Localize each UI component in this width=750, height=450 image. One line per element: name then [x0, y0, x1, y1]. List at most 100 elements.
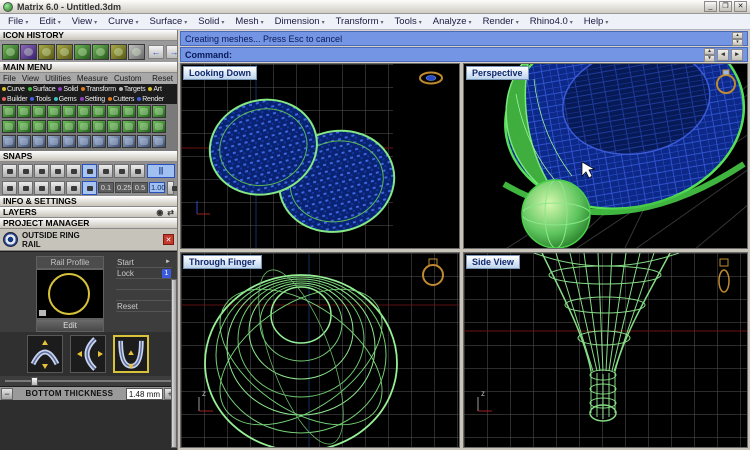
tab-gems[interactable]: Gems — [53, 96, 77, 103]
viewport-looking-down[interactable]: Looking Down — [180, 63, 460, 249]
snap-toggle-icon[interactable] — [18, 180, 33, 195]
spin-up-icon[interactable]: ▴ — [704, 47, 715, 55]
bottom-thickness-value[interactable]: 1.48 mm — [125, 387, 163, 400]
builder-tool-icon[interactable] — [2, 105, 16, 118]
transform-tool-icon[interactable] — [2, 135, 16, 148]
spin-down-icon[interactable]: ▾ — [732, 38, 743, 46]
eye-icon[interactable]: ◉ — [156, 208, 163, 217]
transform-tool-icon[interactable] — [137, 135, 151, 148]
rail-profile-preview[interactable] — [36, 269, 104, 319]
menu-tools[interactable]: Tools ▾ — [395, 16, 422, 27]
grid-snap-value[interactable]: 0.25 — [115, 182, 132, 193]
mm-custom[interactable]: Custom — [114, 74, 142, 83]
builder-tool-icon[interactable] — [137, 105, 151, 118]
cycle-icon[interactable]: ⇄ — [167, 208, 174, 217]
history-tool-icon[interactable] — [38, 43, 55, 60]
project-item-outside-ring[interactable]: OUTSIDE RING RAIL ✕ — [0, 229, 177, 251]
builder-tool-icon[interactable] — [122, 120, 136, 133]
builder-tool-icon[interactable] — [152, 120, 166, 133]
decrease-button[interactable]: − — [1, 387, 13, 400]
builder-tool-icon[interactable] — [17, 105, 31, 118]
menu-help[interactable]: Help ▾ — [584, 16, 609, 27]
spin-down-icon[interactable]: ▾ — [704, 54, 715, 62]
builder-tool-icon[interactable] — [122, 105, 136, 118]
menu-mesh[interactable]: Mesh ▾ — [235, 16, 263, 27]
close-button[interactable]: ✕ — [734, 1, 747, 12]
transform-tool-icon[interactable] — [47, 135, 61, 148]
tab-builder[interactable]: Builder — [2, 96, 28, 103]
menu-surface[interactable]: Surface ▾ — [150, 16, 188, 27]
command-prompt-row[interactable]: Command: ▴ ▾ ◂ ▸ — [180, 47, 748, 62]
history-tool-icon[interactable] — [2, 43, 19, 60]
builder-tool-icon[interactable] — [92, 105, 106, 118]
delete-item-button[interactable]: ✕ — [163, 234, 174, 245]
menu-solid[interactable]: Solid ▾ — [198, 16, 224, 27]
spin-up-icon[interactable]: ▴ — [732, 31, 743, 39]
builder-tool-icon[interactable] — [32, 105, 46, 118]
snap-toggle-icon[interactable] — [66, 180, 81, 195]
builder-tool-icon[interactable] — [62, 120, 76, 133]
mm-view[interactable]: View — [22, 74, 39, 83]
snap-toggle-icon[interactable] — [50, 180, 65, 195]
reset-row[interactable]: Reset — [116, 301, 172, 312]
minimize-button[interactable]: _ — [704, 1, 717, 12]
snap-toggle-icon[interactable] — [66, 163, 81, 178]
history-tool-icon[interactable] — [20, 43, 37, 60]
snaps-header[interactable]: SNAPS — [0, 151, 177, 162]
builder-tool-icon[interactable] — [47, 105, 61, 118]
history-forward-button[interactable]: → — [166, 44, 177, 59]
tab-render[interactable]: Render — [137, 96, 164, 103]
viewport-through-finger[interactable]: z Through Finger — [180, 252, 460, 448]
builder-tool-icon[interactable] — [77, 120, 91, 133]
viewport-side-view[interactable]: z Side View — [463, 252, 748, 448]
transform-tool-icon[interactable] — [32, 135, 46, 148]
edit-profile-button[interactable]: Edit — [36, 319, 104, 332]
tab-curve[interactable]: Curve — [2, 86, 25, 93]
menu-render[interactable]: Render ▾ — [483, 16, 519, 27]
snap-toggle-icon[interactable] — [50, 163, 65, 178]
profile-option-side[interactable] — [70, 335, 106, 373]
tab-setting[interactable]: Setting — [79, 96, 105, 103]
transform-tool-icon[interactable] — [92, 135, 106, 148]
history-tool-icon[interactable] — [128, 43, 145, 60]
builder-tool-icon[interactable] — [17, 120, 31, 133]
snap-grid-icon[interactable] — [167, 180, 177, 195]
transform-tool-icon[interactable] — [62, 135, 76, 148]
sidebar-scrollbar[interactable] — [171, 279, 177, 448]
info-settings-header[interactable]: INFO & SETTINGS — [0, 196, 177, 207]
menu-view[interactable]: View ▾ — [72, 16, 97, 27]
layers-header[interactable]: LAYERS ◉ ⇄ — [0, 207, 177, 218]
snap-toggle-icon[interactable] — [18, 163, 33, 178]
mm-measure[interactable]: Measure — [77, 74, 108, 83]
viewport-label[interactable]: Side View — [466, 255, 520, 269]
viewport-label[interactable]: Looking Down — [183, 66, 257, 80]
builder-tool-icon[interactable] — [107, 105, 121, 118]
snap-toggle-icon[interactable] — [2, 180, 17, 195]
menu-analyze[interactable]: Analyze ▾ — [433, 16, 472, 27]
viewport-perspective[interactable]: Perspective — [463, 63, 748, 249]
mm-utilities[interactable]: Utilities — [45, 74, 71, 83]
mm-file[interactable]: File — [3, 74, 16, 83]
viewport-label[interactable]: Perspective — [466, 66, 529, 80]
project-manager-header[interactable]: PROJECT MANAGER — [0, 218, 177, 229]
mm-reset[interactable]: Reset — [152, 74, 173, 83]
history-tool-icon[interactable] — [56, 43, 73, 60]
snap-toggle-icon[interactable] — [82, 163, 97, 178]
restore-button[interactable]: ❐ — [719, 1, 732, 12]
builder-tool-icon[interactable] — [2, 120, 16, 133]
builder-tool-icon[interactable] — [107, 120, 121, 133]
history-back-button[interactable]: ← — [148, 44, 164, 59]
builder-tool-icon[interactable] — [77, 105, 91, 118]
snap-toggle-icon[interactable] — [34, 180, 49, 195]
snap-toggle-icon[interactable] — [2, 163, 17, 178]
transform-tool-icon[interactable] — [17, 135, 31, 148]
history-tool-icon[interactable] — [74, 43, 91, 60]
slider-handle[interactable] — [31, 377, 38, 386]
history-tool-icon[interactable] — [92, 43, 109, 60]
transform-tool-icon[interactable] — [107, 135, 121, 148]
lock-row[interactable]: Lock 1 — [116, 268, 172, 279]
lock-badge[interactable]: 1 — [162, 268, 171, 278]
snap-toggle-icon[interactable] — [34, 163, 49, 178]
tab-solid[interactable]: Solid — [58, 86, 78, 93]
builder-tool-icon[interactable] — [62, 105, 76, 118]
